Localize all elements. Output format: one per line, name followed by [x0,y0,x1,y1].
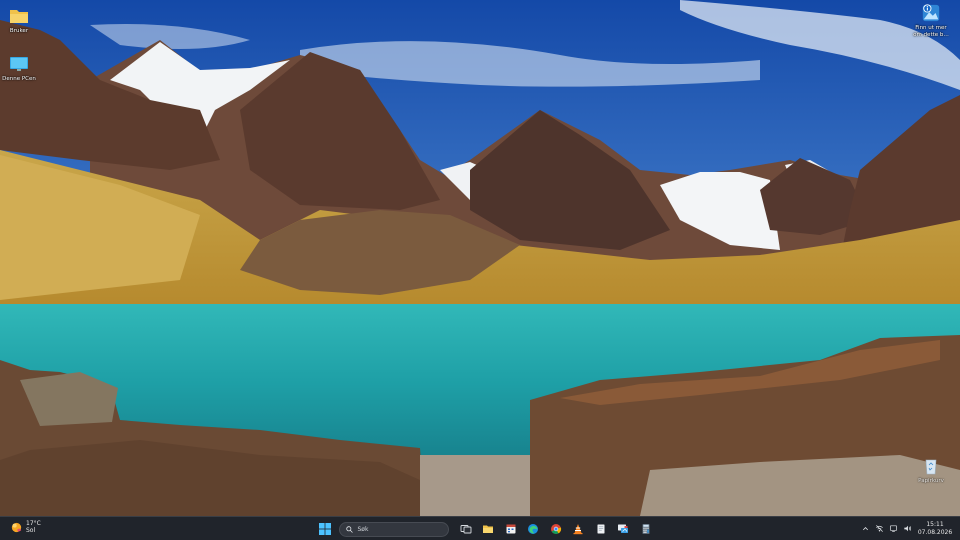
taskbar: 17°C Sol Søk 15:11 07.08.2026 [0,516,960,540]
search-icon [345,525,353,533]
tray-network[interactable] [874,523,884,533]
tray-overflow-button[interactable] [860,523,870,533]
taskbar-notepad[interactable] [592,520,610,538]
task-view-icon [460,525,471,534]
taskbar-center: Søk [316,520,659,538]
taskbar-clock[interactable]: 15:11 07.08.2026 [918,521,952,537]
network-off-icon [875,524,883,532]
volume-icon [903,525,911,531]
desktop-icon-label: Finn ut mer om dette b… [913,25,949,38]
folder-icon [483,525,493,533]
search-input[interactable]: Søk [338,521,449,537]
taskbar-remote-desktop[interactable] [614,520,632,538]
taskbar-task-view[interactable] [457,520,475,538]
calendar-icon [506,524,515,534]
notepad-icon [597,524,604,534]
tray-display[interactable] [888,523,898,533]
desktop-wallpaper [0,0,960,516]
weather-condition: Sol [26,527,36,534]
recycle-bin-icon [925,459,937,475]
learn-more-icon [922,4,940,22]
desktop-icon-label: Bruker [9,28,29,34]
weather-widget[interactable]: 17°C Sol [10,520,41,534]
taskbar-calendar[interactable] [502,520,520,538]
chrome-icon [550,524,561,534]
display-icon [889,524,897,532]
sun-icon [11,522,22,532]
desktop-icon-this-pc[interactable]: Denne PCen [0,54,41,83]
taskbar-vlc[interactable] [569,520,587,538]
windows-logo-icon [319,523,331,535]
taskbar-chrome[interactable] [547,520,565,538]
desktop-icon-learn-more[interactable]: Finn ut mer om dette b… [909,3,953,38]
system-tray [860,523,916,533]
clock-date: 07.08.2026 [917,529,953,536]
tray-volume[interactable] [902,523,912,533]
start-button[interactable] [316,520,334,538]
remote-desktop-icon [618,524,628,533]
calculator-icon [642,524,649,534]
wallpaper-landscape [0,0,960,516]
folder-icon [10,10,28,23]
edge-icon [528,524,538,534]
taskbar-calculator[interactable] [637,520,655,538]
weather-temperature: 17°C [26,520,41,527]
taskbar-file-explorer[interactable] [479,520,497,538]
desktop-icon-label: Papirkurv [918,478,944,484]
monitor-icon [10,57,28,71]
taskbar-edge[interactable] [524,520,542,538]
desktop-icon-label: Denne PCen [2,76,36,82]
desktop-icon-user-folder[interactable]: Bruker [0,6,41,35]
chevron-up-icon [862,526,868,530]
desktop-icon-recycle-bin[interactable]: Papirkurv [909,456,953,485]
clock-time: 15:11 [926,521,944,528]
vlc-icon [573,524,583,535]
search-placeholder: Søk [357,525,369,533]
